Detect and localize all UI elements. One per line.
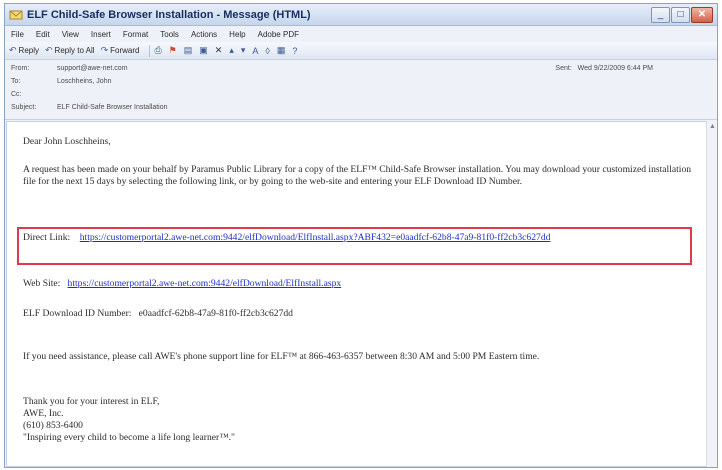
intro-paragraph: A request has been made on your behalf b… <box>23 164 692 187</box>
to-value[interactable]: Loschheins, John <box>57 78 111 85</box>
help-icon[interactable]: ? <box>292 46 297 56</box>
close-button[interactable]: ✕ <box>691 6 713 23</box>
cc-label: Cc: <box>11 91 22 98</box>
subject-value: ELF Child-Safe Browser Installation <box>57 104 168 111</box>
web-site-label: Web Site: <box>23 278 61 289</box>
next-item-icon[interactable]: ▾ <box>241 45 246 56</box>
menu-insert[interactable]: Insert <box>91 30 111 39</box>
from-label: From: <box>11 65 30 72</box>
follow-up-flag-icon[interactable]: ⚑ <box>169 45 177 56</box>
reply-button[interactable]: ↶ Reply <box>9 45 39 56</box>
forward-button[interactable]: ↷ Forward <box>101 45 140 56</box>
tagline-line: "Inspiring every child to become a life … <box>23 432 235 443</box>
categorize-icon[interactable]: ▤ <box>184 45 193 56</box>
scroll-up-icon[interactable]: ▲ <box>707 121 717 133</box>
forward-label: Forward <box>110 46 140 55</box>
to-label: To: <box>11 78 21 85</box>
assistance-paragraph: If you need assistance, please call AWE'… <box>23 351 540 362</box>
envelope-icon <box>9 10 23 19</box>
message-body: Dear John Loschheins, A request has been… <box>6 121 707 467</box>
company-line: AWE, Inc. <box>23 408 64 419</box>
move-to-folder-icon[interactable]: ▣ <box>199 45 208 56</box>
web-site-line: Web Site: https://customerportal2.awe-ne… <box>23 278 695 290</box>
title-bar: ELF Child-Safe Browser Installation - Me… <box>5 4 717 26</box>
previous-item-icon[interactable]: ▴ <box>229 45 234 56</box>
reply-icon: ↶ <box>9 45 17 55</box>
font-size-icon[interactable]: A <box>252 46 258 56</box>
direct-link-line: Direct Link: https://customerportal2.awe… <box>23 232 695 244</box>
minimize-button[interactable]: _ <box>651 6 670 23</box>
menu-format[interactable]: Format <box>123 30 148 39</box>
reply-all-icon: ↶ <box>45 45 53 55</box>
reply-all-button[interactable]: ↶ Reply to All <box>45 45 95 56</box>
download-id-line: ELF Download ID Number: e0aadfcf-62b8-47… <box>23 308 695 320</box>
menu-view[interactable]: View <box>62 30 79 39</box>
menu-bar: File Edit View Insert Format Tools Actio… <box>5 26 717 42</box>
greeting: Dear John Loschheins, <box>23 136 111 147</box>
from-value[interactable]: support@awe-net.com <box>57 65 128 72</box>
options-icon[interactable]: ▦ <box>277 45 286 56</box>
direct-link-label: Direct Link: <box>23 232 71 243</box>
menu-actions[interactable]: Actions <box>191 30 217 39</box>
direct-download-link[interactable]: https://customerportal2.awe-net.com:9442… <box>80 232 551 243</box>
menu-file[interactable]: File <box>11 30 24 39</box>
subject-label: Subject: <box>11 104 37 111</box>
sent-label: Sent: <box>555 65 572 72</box>
toolbar: ↶ Reply ↶ Reply to All ↷ Forward ⎙ ⚑ ▤ ▣… <box>5 42 717 60</box>
email-window: ELF Child-Safe Browser Installation - Me… <box>4 3 718 468</box>
print-icon[interactable]: ⎙ <box>154 45 161 56</box>
download-id-value: e0aadfcf-62b8-47a9-81f0-ff2cb3c627dd <box>138 308 293 319</box>
menu-edit[interactable]: Edit <box>36 30 50 39</box>
web-site-link[interactable]: https://customerportal2.awe-net.com:9442… <box>68 278 342 289</box>
mark-icon[interactable]: ◊ <box>265 46 269 56</box>
forward-icon: ↷ <box>100 45 109 55</box>
sent-field: Sent: Wed 9/22/2009 6:44 PM <box>555 65 653 72</box>
phone-line: (610) 853-6400 <box>23 420 83 431</box>
download-id-label: ELF Download ID Number: <box>23 308 132 319</box>
menu-help[interactable]: Help <box>229 30 245 39</box>
menu-tools[interactable]: Tools <box>160 30 179 39</box>
message-headers: From: support@awe-net.com To: Loschheins… <box>5 60 717 120</box>
window-title: ELF Child-Safe Browser Installation - Me… <box>27 8 311 21</box>
maximize-button[interactable]: □ <box>671 6 690 23</box>
menu-adobe-pdf[interactable]: Adobe PDF <box>258 30 299 39</box>
vertical-scrollbar[interactable]: ▲ <box>706 121 717 467</box>
reply-all-label: Reply to All <box>54 46 95 55</box>
thanks-line: Thank you for your interest in ELF, <box>23 396 160 407</box>
reply-label: Reply <box>18 46 39 55</box>
delete-icon[interactable]: ✕ <box>215 45 223 56</box>
toolbar-divider <box>149 44 151 57</box>
sent-value: Wed 9/22/2009 6:44 PM <box>577 65 653 72</box>
